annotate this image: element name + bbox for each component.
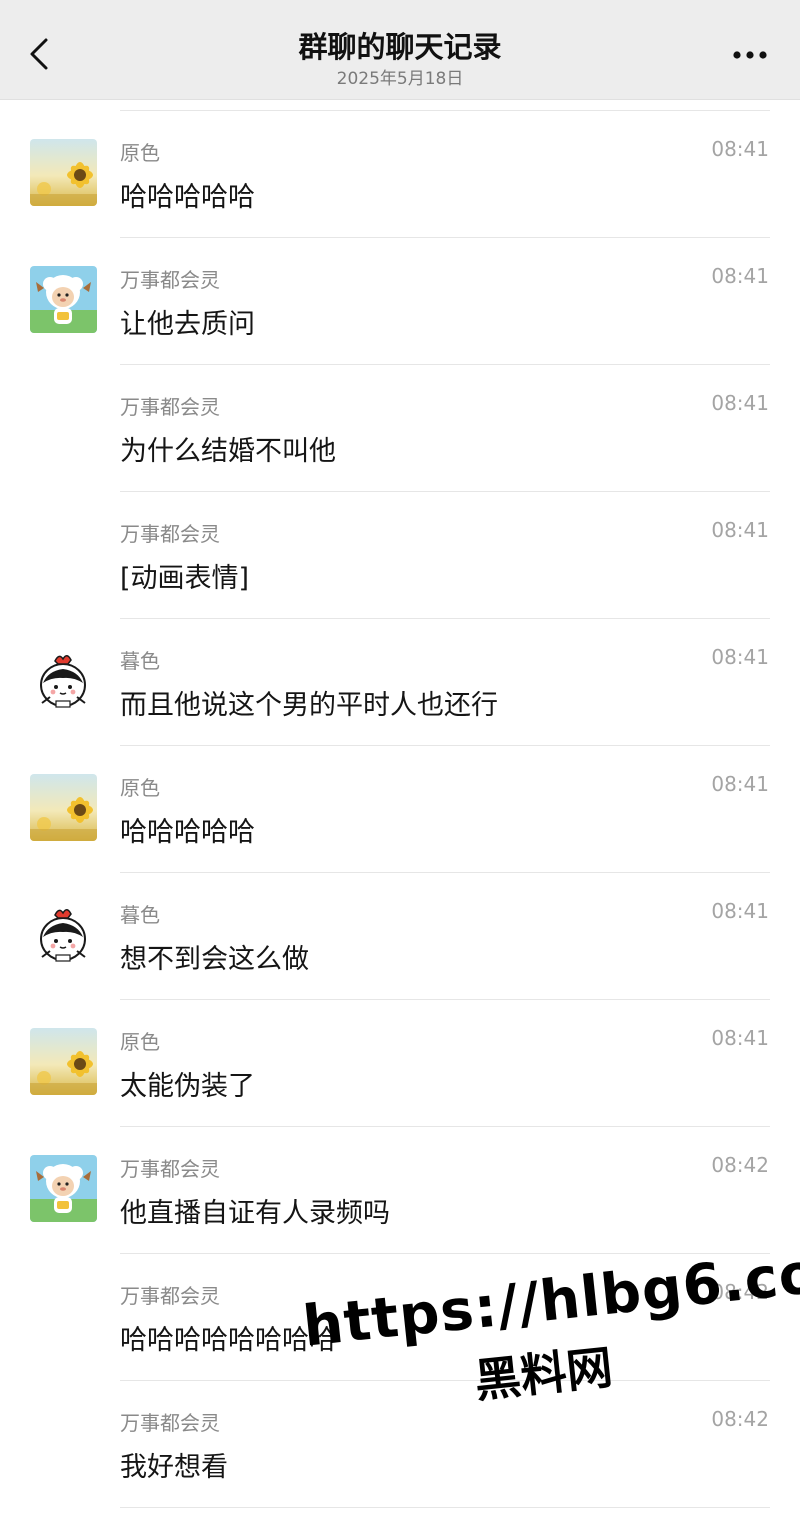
message-time: 08:41	[711, 264, 769, 288]
message-text: 而且他说这个男的平时人也还行	[120, 690, 498, 721]
message-item[interactable]: 万事都会灵 08:41 让他去质问	[0, 238, 800, 365]
message-time: 08:41	[711, 899, 769, 923]
chat-history-header: 群聊的聊天记录 2025年5月18日	[0, 0, 800, 100]
message-text: 哈哈哈哈哈哈哈哈	[120, 1325, 336, 1356]
message-item[interactable]: 万事都会灵 08:41 为什么结婚不叫他	[0, 365, 800, 492]
message-item[interactable]: 万事都会灵 08:41 [动画表情]	[0, 492, 800, 619]
sender-name: 万事都会灵	[120, 1157, 220, 1181]
more-button[interactable]	[730, 44, 770, 66]
sender-name: 暮色	[120, 649, 160, 673]
sender-name: 万事都会灵	[120, 395, 220, 419]
message-item[interactable]: 原色 08:41 哈哈哈哈哈	[0, 111, 800, 238]
message-time: 08:41	[711, 137, 769, 161]
message-text: 我好想看	[120, 1452, 228, 1483]
sender-name: 暮色	[120, 903, 160, 927]
sender-name: 万事都会灵	[120, 1284, 220, 1308]
message-text: 为什么结婚不叫他	[120, 436, 336, 467]
sunflower-avatar[interactable]	[30, 774, 97, 841]
message-text: 哈哈哈哈哈	[120, 817, 255, 848]
message-item[interactable]: 万事都会灵 08:42 他直播自证有人录频吗	[0, 1127, 800, 1254]
sender-name: 万事都会灵	[120, 522, 220, 546]
sunflower-avatar[interactable]	[30, 1028, 97, 1095]
message-time: 08:41	[711, 772, 769, 796]
sender-name: 原色	[120, 1030, 160, 1054]
more-dots-icon	[733, 51, 767, 59]
sender-name: 原色	[120, 776, 160, 800]
message-item[interactable]: 万事都会灵 08:42 我好想看	[0, 1381, 800, 1508]
message-time: 08:41	[711, 645, 769, 669]
sender-name: 万事都会灵	[120, 268, 220, 292]
message-text: 让他去质问	[120, 309, 255, 340]
message-item[interactable]: 暮色 08:41 而且他说这个男的平时人也还行	[0, 619, 800, 746]
message-item[interactable]: 原色 08:41 哈哈哈哈哈	[0, 746, 800, 873]
message-time: 08:42	[711, 1153, 769, 1177]
page-date: 2025年5月18日	[336, 69, 464, 89]
message-time: 08:41	[711, 1026, 769, 1050]
message-text: 想不到会这么做	[120, 944, 309, 975]
lamb-avatar[interactable]	[30, 266, 97, 333]
message-time: 08:42	[711, 1407, 769, 1431]
message-text: [动画表情]	[120, 563, 250, 594]
message-time: 08:41	[711, 391, 769, 415]
message-time: 08:42	[711, 1280, 769, 1304]
chicken-costume-avatar[interactable]	[30, 901, 97, 968]
sender-name: 原色	[120, 141, 160, 165]
message-text: 太能伪装了	[120, 1071, 255, 1102]
message-item[interactable]: 暮色 08:41 想不到会这么做	[0, 873, 800, 1000]
chicken-costume-avatar[interactable]	[30, 647, 97, 714]
message-item[interactable]: 原色 08:41 太能伪装了	[0, 1000, 800, 1127]
message-text: 哈哈哈哈哈	[120, 182, 255, 213]
lamb-avatar[interactable]	[30, 1155, 97, 1222]
message-text: 他直播自证有人录频吗	[120, 1198, 390, 1229]
divider	[120, 1507, 770, 1508]
message-time: 08:41	[711, 518, 769, 542]
page-title: 群聊的聊天记录	[298, 30, 502, 64]
sunflower-avatar[interactable]	[30, 139, 97, 206]
sender-name: 万事都会灵	[120, 1411, 220, 1435]
message-item[interactable]: 万事都会灵 08:42 哈哈哈哈哈哈哈哈	[0, 1254, 800, 1381]
